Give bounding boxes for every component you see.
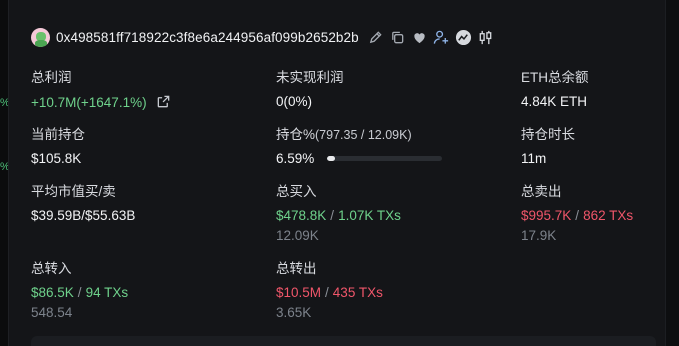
total-sell-txs: 862 TXs [583,208,634,223]
eth-balance-stat: ETH总余额 4.84K ETH [521,66,589,109]
total-profit-value: +10.7M(+1647.1%) [31,95,147,110]
add-user-icon[interactable] [433,29,451,47]
stat-label: 总利润 [31,70,72,85]
eth-balance-value: 4.84K ETH [521,94,588,109]
transfer-out-amount: $10.5M [276,285,322,300]
wallet-stats-panel: 0x498581ff718922c3f8e6a244956af099b2652b… [8,0,665,346]
total-buy-stat: 总买入 $478.8K/1.07K TXs 12.09K [276,180,401,243]
avg-mcap-stat: 平均市值买/卖 $39.59B/$55.63B [31,180,135,223]
stat-label: 总卖出 [521,184,562,199]
total-sell-amount: $995.7K [521,208,572,223]
stat-label: 持仓时长 [521,127,575,142]
chart-logo-icon[interactable] [455,29,473,47]
position-progress-fill [327,156,335,161]
separator: / [77,285,82,300]
separator: / [330,208,335,223]
edit-icon[interactable] [367,29,385,47]
total-buy-txs: 1.07K TXs [338,208,401,223]
stat-label: 当前持仓 [31,127,85,142]
copy-icon[interactable] [389,29,407,47]
transfer-out-txs: 435 TXs [332,285,383,300]
wallet-address[interactable]: 0x498581ff718922c3f8e6a244956af099b2652b… [56,30,359,45]
unrealized-profit-stat: 未实现利润 0(0%) [276,66,344,109]
stat-label: 总转出 [276,261,317,276]
stat-label: 平均市值买/卖 [31,184,116,199]
stat-label: ETH总余额 [521,70,589,85]
stat-label: 未实现利润 [276,70,344,85]
total-profit-stat: 总利润 +10.7M(+1647.1%) [31,66,171,110]
position-detail: (797.35 / 12.09K) [315,128,412,142]
transfer-in-txs: 94 TXs [85,285,129,300]
total-sell-stat: 总卖出 $995.7K/862 TXs 17.9K [521,180,633,243]
next-section-card [31,336,656,346]
transfer-in-stat: 总转入 $86.5K/94 TXs 548.54 [31,257,128,320]
external-link-icon[interactable] [156,94,171,109]
unrealized-profit-value: 0(0%) [276,94,313,109]
right-edge-strip [665,0,679,346]
current-position-value: $105.8K [31,151,82,166]
total-sell-qty: 17.9K [521,228,557,243]
current-position-stat: 当前持仓 $105.8K [31,123,85,166]
candlestick-icon[interactable] [477,29,495,47]
separator: / [325,285,329,300]
transfer-out-qty: 3.65K [276,305,312,320]
left-edge-strip: % % [0,0,10,346]
stat-label: 总买入 [276,184,317,199]
wallet-header: 0x498581ff718922c3f8e6a244956af099b2652b… [31,28,495,47]
transfer-out-stat: 总转出 $10.5M/435 TXs 3.65K [276,257,383,320]
hold-duration-stat: 持仓时长 11m [521,123,575,166]
hold-duration-value: 11m [521,151,547,166]
transfer-in-amount: $86.5K [31,285,74,300]
avg-mcap-value: $39.59B/$55.63B [31,208,136,223]
position-progress-bar [327,156,443,161]
stat-label: 持仓% [276,127,316,142]
separator: / [575,208,580,223]
total-buy-amount: $478.8K [276,208,327,223]
stat-label: 总转入 [31,261,72,276]
position-percent-stat: 持仓%(797.35 / 12.09K) 6.59% [276,123,443,166]
transfer-in-qty: 548.54 [31,305,73,320]
position-percent-value: 6.59% [276,151,315,166]
wallet-avatar [31,28,50,47]
total-buy-qty: 12.09K [276,228,319,243]
heart-icon[interactable] [411,29,429,47]
